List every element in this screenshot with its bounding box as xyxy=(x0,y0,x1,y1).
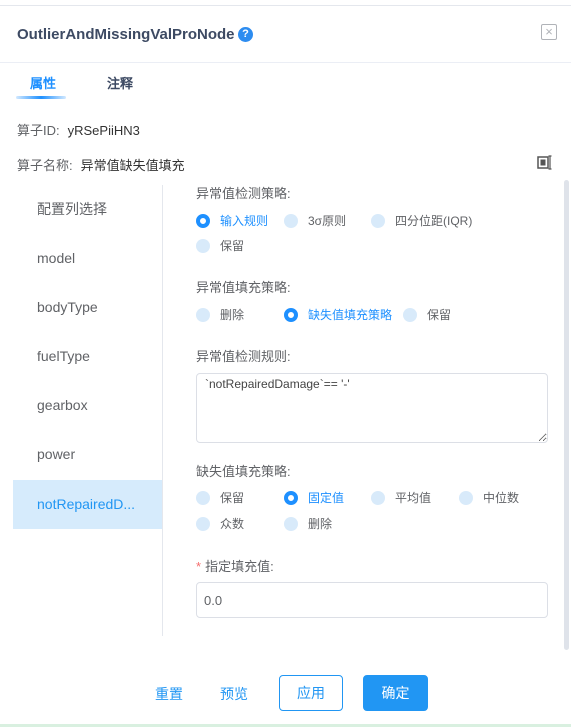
radio-3sigma[interactable]: 3σ原则 xyxy=(284,212,346,229)
operator-name-value: 异常值缺失值填充 xyxy=(80,158,185,173)
outlier-detect-label: 异常值检测策略: xyxy=(196,186,291,201)
radio-label: 众数 xyxy=(220,517,245,531)
operator-name: 算子名称: 异常值缺失值填充 xyxy=(17,155,185,174)
operator-name-label: 算子名称: xyxy=(17,158,73,173)
missing-fill-label: 缺失值填充策略: xyxy=(196,464,291,479)
operator-id-value: yRSePiiHN3 xyxy=(67,123,140,138)
radio-dot[interactable] xyxy=(196,490,210,505)
radio-label: 删除 xyxy=(308,517,333,531)
top-border xyxy=(0,5,571,6)
expand-icon[interactable] xyxy=(537,155,553,170)
apply-button[interactable]: 应用 xyxy=(279,675,343,711)
column-item[interactable]: 配置列选择 xyxy=(13,185,162,234)
column-item[interactable]: fuelType xyxy=(13,332,162,381)
radio-iqr[interactable]: 四分位距(IQR) xyxy=(371,212,472,229)
radio-input-rule[interactable]: 输入规则 xyxy=(196,212,268,229)
radio-keep[interactable]: 保留 xyxy=(196,237,244,254)
radio-label: 删除 xyxy=(220,308,245,322)
radio-dot[interactable] xyxy=(371,490,385,505)
close-icon[interactable]: × xyxy=(541,24,557,40)
fill-value-input[interactable] xyxy=(196,582,548,618)
radio-label: 固定值 xyxy=(308,491,345,505)
rule-label: 异常值检测规则: xyxy=(196,349,291,364)
header-divider xyxy=(0,62,571,63)
radio-dot[interactable] xyxy=(284,307,298,322)
active-tab-indicator xyxy=(16,96,66,99)
outlier-fill-label: 异常值填充策略: xyxy=(196,280,291,295)
dialog-title: OutlierAndMissingValProNode xyxy=(17,26,235,43)
column-item[interactable]: model xyxy=(13,234,162,283)
radio-dot[interactable] xyxy=(196,516,210,531)
radio-dot[interactable] xyxy=(196,307,210,322)
radio-median[interactable]: 中位数 xyxy=(459,489,519,506)
tab-properties[interactable]: 属性 xyxy=(30,73,56,92)
radio-dot[interactable] xyxy=(284,213,298,228)
radio-missing-fill[interactable]: 缺失值填充策略 xyxy=(284,306,392,323)
radio-fixed[interactable]: 固定值 xyxy=(284,489,344,506)
fill-value-label-text: 指定填充值: xyxy=(205,559,274,574)
scrollbar[interactable] xyxy=(564,180,569,650)
radio-dot[interactable] xyxy=(403,307,417,322)
operator-id-label: 算子ID: xyxy=(17,123,60,138)
radio-label: 3σ原则 xyxy=(308,214,347,228)
radio-keep[interactable]: 保留 xyxy=(196,489,244,506)
radio-dot[interactable] xyxy=(371,213,385,228)
radio-label: 保留 xyxy=(220,491,245,505)
radio-dot[interactable] xyxy=(196,238,210,253)
column-item-selected[interactable]: notRepairedD... xyxy=(13,480,162,529)
reset-button[interactable]: 重置 xyxy=(155,684,183,704)
column-item[interactable]: bodyType xyxy=(13,283,162,332)
radio-label: 保留 xyxy=(427,308,452,322)
radio-mean[interactable]: 平均值 xyxy=(371,489,431,506)
column-item[interactable]: power xyxy=(13,430,162,479)
radio-label: 四分位距(IQR) xyxy=(395,214,473,228)
radio-delete[interactable]: 删除 xyxy=(284,515,332,532)
radio-dot[interactable] xyxy=(284,516,298,531)
radio-dot[interactable] xyxy=(196,213,210,228)
radio-label: 输入规则 xyxy=(220,214,269,228)
question-circle-icon[interactable]: ? xyxy=(238,27,253,42)
column-divider xyxy=(162,185,163,636)
fill-value-label: * 指定填充值: xyxy=(196,556,274,575)
tab-notes[interactable]: 注释 xyxy=(107,73,133,92)
rule-textarea[interactable]: `notRepairedDamage`== '-' xyxy=(196,373,548,443)
radio-keep[interactable]: 保留 xyxy=(403,306,451,323)
confirm-button[interactable]: 确定 xyxy=(363,675,428,711)
radio-delete[interactable]: 删除 xyxy=(196,306,244,323)
radio-label: 保留 xyxy=(220,239,245,253)
radio-mode[interactable]: 众数 xyxy=(196,515,244,532)
radio-label: 平均值 xyxy=(395,491,432,505)
radio-label: 缺失值填充策略 xyxy=(308,308,393,322)
radio-dot[interactable] xyxy=(284,490,298,505)
radio-dot[interactable] xyxy=(459,490,473,505)
required-mark: * xyxy=(196,559,202,574)
radio-label: 中位数 xyxy=(483,491,520,505)
column-item[interactable]: gearbox xyxy=(13,381,162,430)
operator-id: 算子ID: yRSePiiHN3 xyxy=(17,120,140,139)
preview-button[interactable]: 预览 xyxy=(220,684,248,704)
